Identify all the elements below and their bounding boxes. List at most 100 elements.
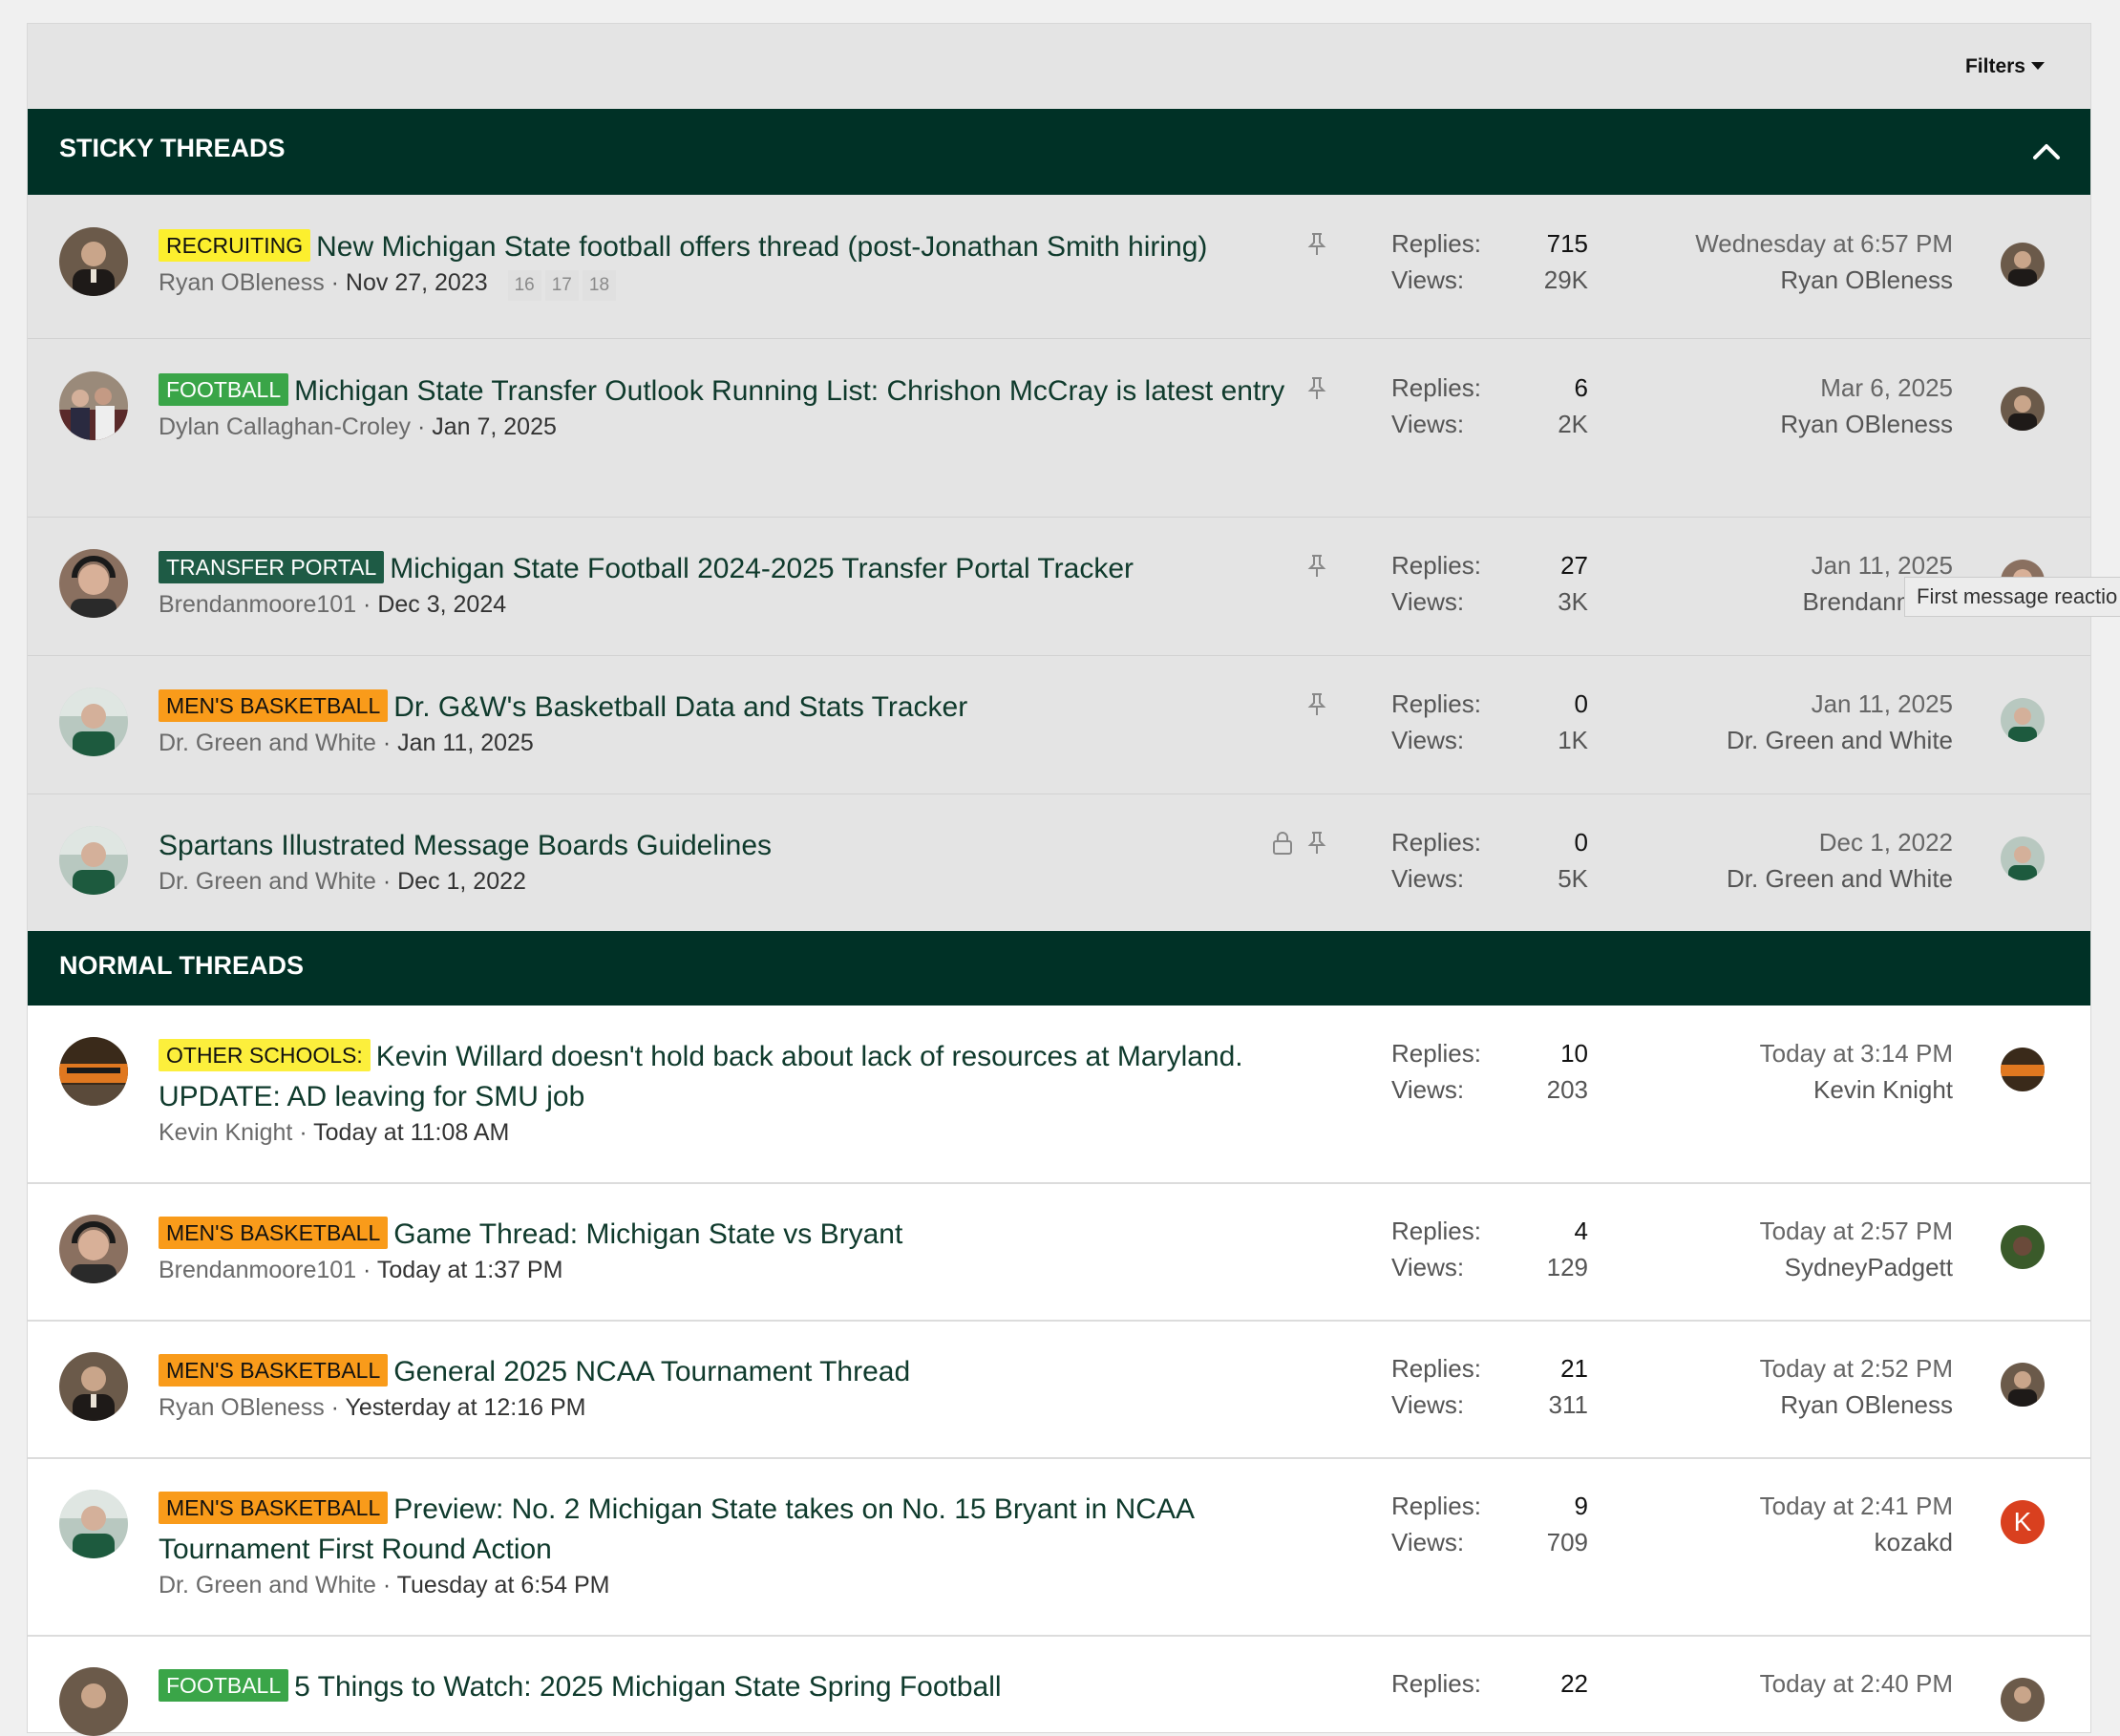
prefix-label[interactable]: MEN'S BASKETBALL xyxy=(159,1492,389,1524)
thread-author[interactable]: Kevin Knight xyxy=(159,1119,292,1146)
page-link[interactable]: 18 xyxy=(582,270,617,301)
thread-row: MEN'S BASKETBALL Game Thread: Michigan St… xyxy=(28,1184,2090,1322)
last-post-user[interactable]: kozakd xyxy=(1666,1524,1953,1560)
views-label: Views: xyxy=(1391,726,1465,754)
last-post-date[interactable]: Wednesday at 6:57 PM xyxy=(1666,225,1953,262)
last-poster-avatar[interactable] xyxy=(2001,1225,2045,1269)
thread-start-date[interactable]: Today at 1:37 PM xyxy=(377,1257,563,1283)
prefix-label[interactable]: MEN'S BASKETBALL xyxy=(159,1354,389,1387)
thread-title-link[interactable]: Spartans Illustrated Message Boards Guid… xyxy=(159,830,772,861)
last-post-user[interactable]: Kevin Knight xyxy=(1666,1071,1953,1108)
avatar[interactable] xyxy=(59,227,128,296)
last-post-date[interactable]: Today at 2:57 PM xyxy=(1666,1213,1953,1249)
last-post: Today at 2:52 PM Ryan OBleness xyxy=(1666,1350,1953,1423)
thread-row: FOOTBALL Michigan State Transfer Outlook … xyxy=(28,339,2090,518)
avatar[interactable] xyxy=(59,371,128,440)
last-post-date[interactable]: Today at 3:14 PM xyxy=(1666,1035,1953,1071)
first-message-tooltip: First message reactio xyxy=(1904,577,2120,617)
last-post-date[interactable]: Jan 11, 2025 xyxy=(1666,686,1953,722)
prefix-label[interactable]: TRANSFER PORTAL xyxy=(159,551,385,583)
filters-label: Filters xyxy=(1964,55,2025,77)
last-poster-avatar[interactable] xyxy=(2001,1678,2045,1722)
thread-author[interactable]: Brendanmoore101 xyxy=(159,1257,356,1283)
prefix-label[interactable]: RECRUITING xyxy=(159,229,311,262)
last-post-user[interactable]: Ryan OBleness xyxy=(1666,1387,1953,1423)
views-count: 203 xyxy=(1546,1075,1588,1104)
last-post-user[interactable]: Dr. Green and White xyxy=(1666,722,1953,758)
avatar[interactable] xyxy=(59,1037,128,1106)
replies-count: 715 xyxy=(1546,229,1588,258)
last-poster-avatar[interactable] xyxy=(2001,243,2045,286)
last-post-user[interactable]: Ryan OBleness xyxy=(1666,262,1953,298)
thread-main: TRANSFER PORTAL Michigan State Football 2… xyxy=(159,551,1134,618)
thread-start-date[interactable]: Jan 7, 2025 xyxy=(432,413,557,440)
last-post-date[interactable]: Today at 2:41 PM xyxy=(1666,1488,1953,1524)
prefix-label[interactable]: OTHER SCHOOLS: xyxy=(159,1039,371,1071)
prefix-label[interactable]: MEN'S BASKETBALL xyxy=(159,1217,389,1249)
thread-start-date[interactable]: Jan 11, 2025 xyxy=(397,730,534,756)
thread-title-link[interactable]: 5 Things to Watch: 2025 Michigan State S… xyxy=(294,1671,1001,1703)
thread-author[interactable]: Ryan OBleness xyxy=(159,1394,325,1421)
last-poster-avatar[interactable] xyxy=(2001,1363,2045,1407)
views-count: 129 xyxy=(1546,1253,1588,1281)
sticky-threads: RECRUITING New Michigan State football of… xyxy=(28,195,2090,931)
thread-author[interactable]: Ryan OBleness xyxy=(159,269,325,296)
avatar[interactable] xyxy=(59,1490,128,1558)
last-post-date[interactable]: Today at 2:52 PM xyxy=(1666,1350,1953,1387)
views-label: Views: xyxy=(1391,410,1465,438)
last-post-user[interactable]: Dr. Green and White xyxy=(1666,860,1953,897)
last-post-user[interactable]: Ryan OBleness xyxy=(1666,406,1953,442)
page-link[interactable]: 16 xyxy=(507,270,541,301)
last-poster-avatar[interactable] xyxy=(2001,387,2045,431)
thread-author[interactable]: Dr. Green and White xyxy=(159,730,376,756)
thread-author[interactable]: Dr. Green and White xyxy=(159,1572,376,1598)
last-post-date[interactable]: Dec 1, 2022 xyxy=(1666,824,1953,860)
thread-title-link[interactable]: New Michigan State football offers threa… xyxy=(316,231,1207,263)
last-post-date[interactable]: Today at 2:40 PM xyxy=(1666,1665,1953,1702)
thread-author[interactable]: Dr. Green and White xyxy=(159,868,376,895)
last-poster-avatar[interactable] xyxy=(2001,836,2045,880)
replies-count: 27 xyxy=(1560,551,1588,580)
thread-title-link[interactable]: Game Thread: Michigan State vs Bryant xyxy=(393,1218,902,1250)
avatar[interactable] xyxy=(59,826,128,895)
prefix-label[interactable]: FOOTBALL xyxy=(159,1669,289,1702)
avatar[interactable] xyxy=(59,688,128,756)
thread-title-link[interactable]: General 2025 NCAA Tournament Thread xyxy=(393,1356,910,1387)
thumbtack-icon xyxy=(1307,233,1326,255)
chevron-up-icon[interactable] xyxy=(2027,133,2066,171)
thread-row: MEN'S BASKETBALL Preview: No. 2 Michigan … xyxy=(28,1459,2090,1637)
last-post-user[interactable]: SydneyPadgett xyxy=(1666,1249,1953,1285)
thread-start-date[interactable]: Yesterday at 12:16 PM xyxy=(345,1394,585,1421)
thread-start-date[interactable]: Nov 27, 2023 xyxy=(346,269,488,296)
avatar[interactable] xyxy=(59,549,128,618)
views-label: Views: xyxy=(1391,1075,1465,1104)
filters-button[interactable]: Filters xyxy=(1965,55,2045,78)
views-count: 3K xyxy=(1558,587,1588,616)
replies-label: Replies: xyxy=(1391,1354,1481,1383)
last-post: Today at 3:14 PM Kevin Knight xyxy=(1666,1035,1953,1108)
last-poster-avatar[interactable] xyxy=(2001,1048,2045,1091)
views-label: Views: xyxy=(1391,864,1465,893)
prefix-label[interactable]: FOOTBALL xyxy=(159,373,289,406)
avatar[interactable] xyxy=(59,1352,128,1421)
thread-start-date[interactable]: Today at 11:08 AM xyxy=(313,1119,509,1146)
replies-label: Replies: xyxy=(1391,689,1481,718)
thread-title-link[interactable]: Michigan State Transfer Outlook Running … xyxy=(294,375,1284,407)
replies-count: 6 xyxy=(1574,373,1588,402)
avatar[interactable] xyxy=(59,1215,128,1283)
thread-author[interactable]: Dylan Callaghan-Croley xyxy=(159,413,411,440)
thread-author[interactable]: Brendanmoore101 xyxy=(159,591,356,618)
page-link[interactable]: 17 xyxy=(544,270,579,301)
thread-start-date[interactable]: Tuesday at 6:54 PM xyxy=(397,1572,610,1598)
last-poster-avatar[interactable] xyxy=(2001,698,2045,742)
thread-start-date[interactable]: Dec 1, 2022 xyxy=(397,868,526,895)
thread-title-link[interactable]: Michigan State Football 2024-2025 Transf… xyxy=(390,553,1134,584)
thread-title-link[interactable]: Dr. G&W's Basketball Data and Stats Trac… xyxy=(393,691,967,723)
prefix-label[interactable]: MEN'S BASKETBALL xyxy=(159,689,389,722)
avatar[interactable] xyxy=(59,1667,128,1736)
last-post: Jan 11, 2025 Dr. Green and White xyxy=(1666,686,1953,758)
last-post-date[interactable]: Mar 6, 2025 xyxy=(1666,370,1953,406)
thread-start-date[interactable]: Dec 3, 2024 xyxy=(377,591,506,618)
last-poster-avatar[interactable]: K xyxy=(2001,1500,2045,1544)
section-title: STICKY THREADS xyxy=(59,134,286,162)
